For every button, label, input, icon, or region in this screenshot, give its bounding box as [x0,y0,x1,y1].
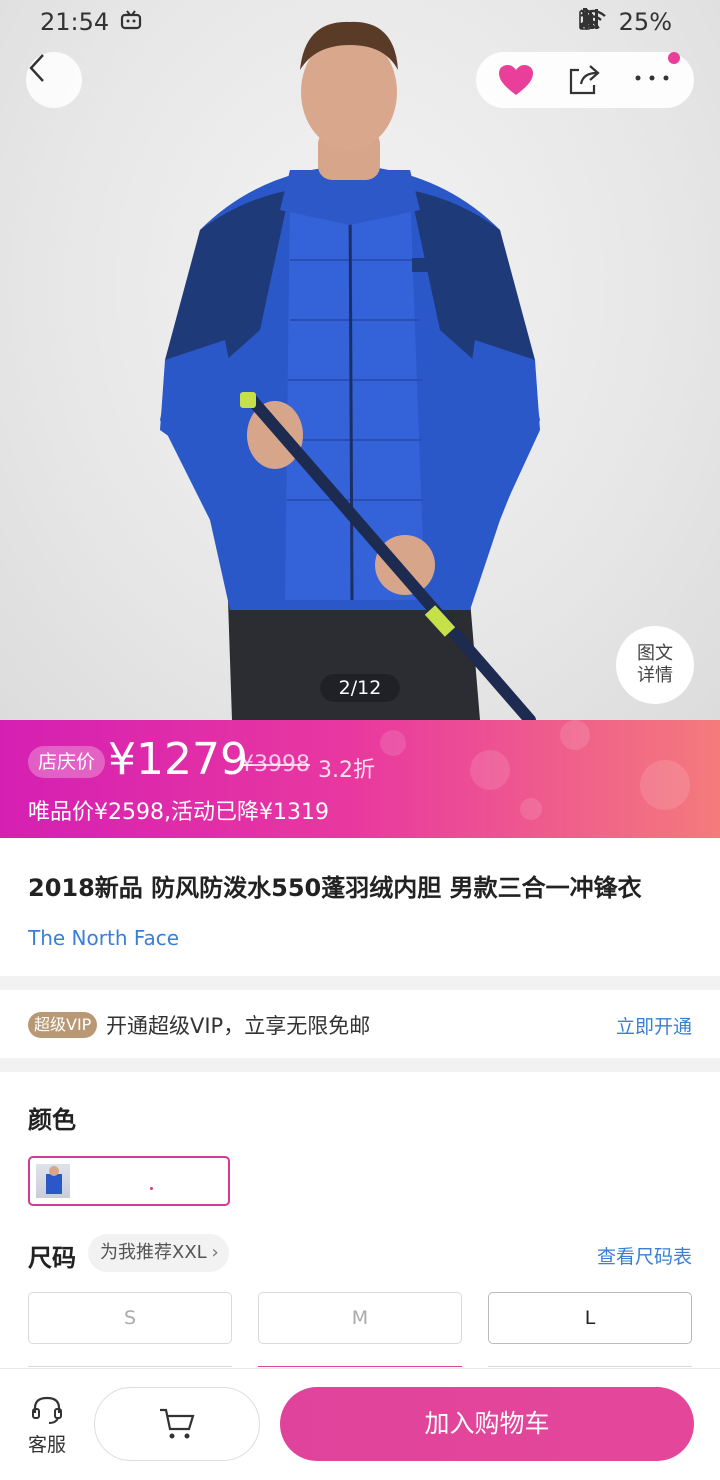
sku-options: 颜色 尺码 为我推荐XXL › 查看尺码表 S M L [0,1072,720,1372]
shopping-cart-icon [160,1408,195,1439]
original-price: ¥3998 [240,752,310,777]
chevron-left-icon [29,54,44,82]
image-text-detail-button[interactable]: 图文 详情 [616,626,694,704]
product-title: 2018新品 防风防泼水550蓬羽绒内胆 男款三合一冲锋衣 [28,874,642,902]
size-option-s[interactable]: S [28,1292,232,1344]
size-option-l[interactable]: L [488,1292,692,1344]
battery-text: 25% [618,8,672,36]
status-time: 21:54 [40,8,110,36]
add-to-cart-button[interactable]: 加入购物车 [280,1387,694,1461]
size-chart-link[interactable]: 查看尺码表 [597,1242,692,1269]
back-button[interactable] [26,52,82,108]
headset-icon [32,1396,62,1424]
current-price: ¥1279 [108,734,248,785]
price-tag: 店庆价 [28,746,106,778]
customer-service-button[interactable]: 客服 [22,1395,72,1457]
color-label: 颜色 [28,1106,76,1134]
chevron-right-icon: › [211,1242,219,1263]
product-photo [160,21,540,720]
customer-service-label: 客服 [27,1434,66,1456]
vip-promo-text: 开通超级VIP，立享无限免邮 [106,1014,371,1038]
color-dot [150,1187,153,1190]
size-option-m[interactable]: M [258,1292,462,1344]
product-info: 2018新品 防风防泼水550蓬羽绒内胆 男款三合一冲锋衣 The North … [0,838,720,976]
detail-label-line2: 详情 [637,665,673,686]
bottom-action-bar: 客服 加入购物车 [0,1368,720,1480]
cart-button[interactable] [94,1387,260,1461]
product-image-carousel[interactable]: 21:54 25% 图文 详情 2/12 [0,0,720,720]
price-banner: 店庆价 ¥1279 ¥3998 3.2折 唯品价¥2598,活动已降¥1319 [0,720,720,838]
brand-link[interactable]: The North Face [28,926,179,950]
discount: 3.2折 [318,758,375,783]
top-action-group [476,52,694,108]
status-indicators: 25% [578,8,682,36]
size-recommend-button[interactable]: 为我推荐XXL › [88,1234,229,1272]
vip-promo-row[interactable]: 超级VIP 开通超级VIP，立享无限免邮 立即开通 [0,990,720,1058]
status-bar: 21:54 25% [0,0,720,44]
color-thumbnail [36,1164,70,1198]
notification-dot [668,52,680,64]
color-option[interactable] [28,1156,230,1206]
vip-price-line: 唯品价¥2598,活动已降¥1319 [28,800,329,825]
vip-badge: 超级VIP [28,1012,98,1038]
size-recommend-text: 为我推荐XXL [100,1242,207,1263]
detail-label-line1: 图文 [637,643,673,664]
size-label: 尺码 [28,1244,76,1272]
image-pager: 2/12 [320,674,400,702]
vip-open-link[interactable]: 立即开通 [616,1012,692,1039]
